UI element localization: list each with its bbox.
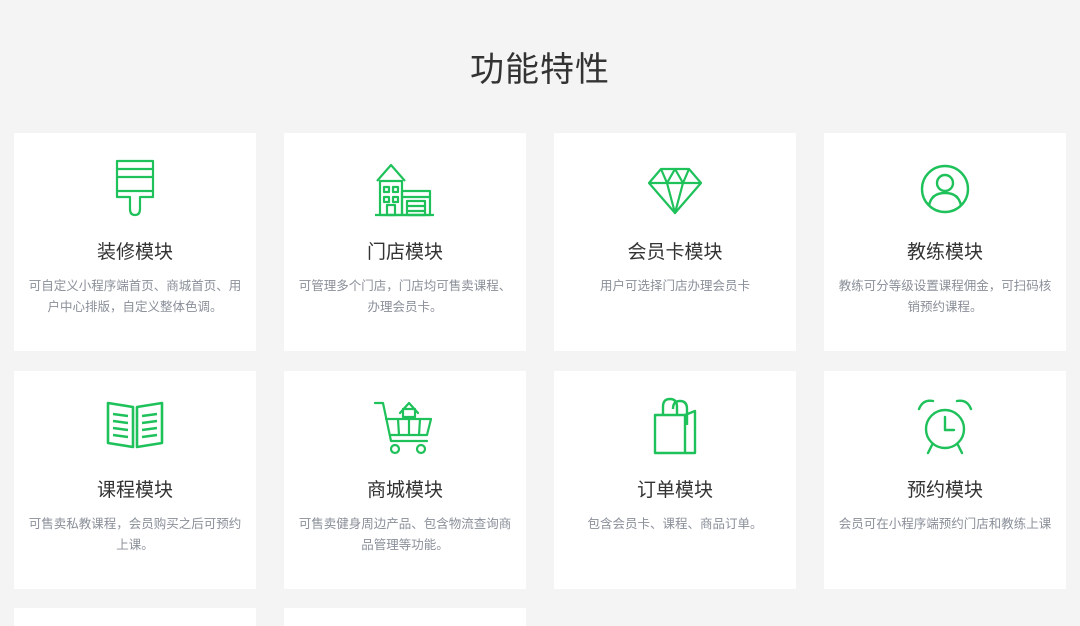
feature-desc: 教练可分等级设置课程佣金，可扫码核销预约课程。 (838, 278, 1052, 314)
feature-desc: 可自定义小程序端首页、商城首页、用户中心排版，自定义整体色调。 (28, 278, 242, 314)
feature-name: 课程模块 (96, 479, 173, 501)
store-house-icon (373, 157, 437, 221)
feature-name: 门店模块 (366, 241, 443, 263)
feature-name: 装修模块 (96, 241, 173, 263)
feature-card-order[interactable]: 订单模块 包含会员卡、课程、商品订单。 (554, 371, 796, 589)
diamond-icon (643, 157, 707, 221)
feature-desc: 会员可在小程序端预约门店和教练上课 (838, 516, 1052, 531)
feature-card-mall[interactable]: 商城模块 可售卖健身周边产品、包含物流查询商品管理等功能。 (284, 371, 526, 589)
shopping-cart-icon (373, 395, 437, 459)
feature-card-partial (14, 608, 256, 626)
user-avatar-icon (913, 157, 977, 221)
feature-card-partial (284, 608, 526, 626)
feature-card-store[interactable]: 门店模块 可管理多个门店，门店均可售卖课程、办理会员卡。 (284, 133, 526, 351)
feature-name: 订单模块 (636, 479, 713, 501)
feature-name: 教练模块 (906, 241, 983, 263)
feature-name: 会员卡模块 (627, 241, 723, 263)
feature-desc: 用户可选择门店办理会员卡 (599, 278, 750, 293)
feature-card-course[interactable]: 课程模块 可售卖私教课程，会员购买之后可预约上课。 (14, 371, 256, 589)
feature-name: 预约模块 (906, 479, 983, 501)
open-book-icon (103, 395, 167, 459)
feature-card-decoration[interactable]: 装修模块 可自定义小程序端首页、商城首页、用户中心排版，自定义整体色调。 (14, 133, 256, 351)
feature-card-membership[interactable]: 会员卡模块 用户可选择门店办理会员卡 (554, 133, 796, 351)
feature-card-coach[interactable]: 教练模块 教练可分等级设置课程佣金，可扫码核销预约课程。 (824, 133, 1066, 351)
feature-name: 商城模块 (366, 479, 443, 501)
feature-card-booking[interactable]: 预约模块 会员可在小程序端预约门店和教练上课 (824, 371, 1066, 589)
paint-brush-icon (103, 157, 167, 221)
feature-desc: 可售卖健身周边产品、包含物流查询商品管理等功能。 (298, 516, 512, 552)
shopping-bag-icon (643, 395, 707, 459)
feature-desc: 可管理多个门店，门店均可售卖课程、办理会员卡。 (298, 278, 512, 314)
feature-desc: 包含会员卡、课程、商品订单。 (587, 516, 763, 531)
alarm-clock-icon (913, 395, 977, 459)
section-title: 功能特性 (470, 50, 610, 90)
feature-desc: 可售卖私教课程，会员购买之后可预约上课。 (28, 516, 242, 552)
